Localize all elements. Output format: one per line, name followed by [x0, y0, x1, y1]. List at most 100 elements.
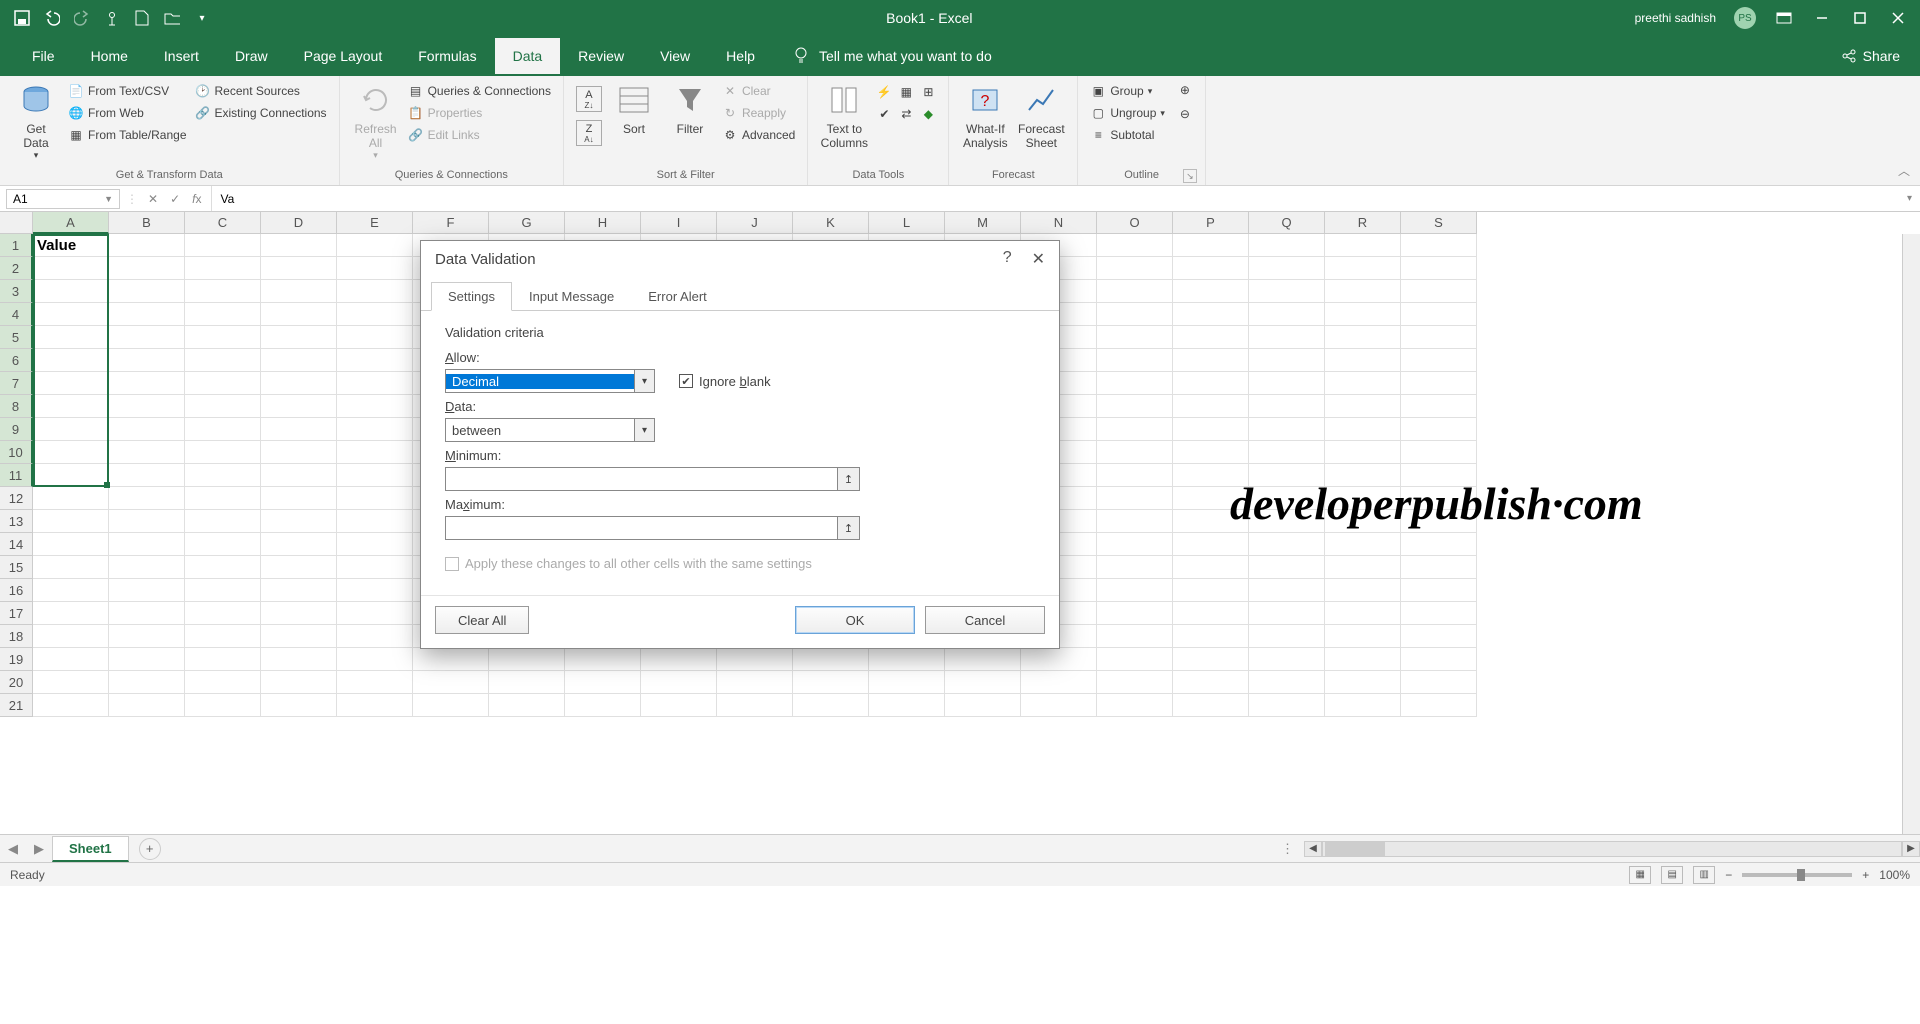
cell[interactable]	[337, 326, 413, 349]
flash-fill-icon[interactable]: ⚡	[876, 84, 892, 100]
cell[interactable]	[1097, 441, 1173, 464]
cell[interactable]	[1097, 280, 1173, 303]
cell[interactable]	[1401, 602, 1477, 625]
cell[interactable]	[793, 694, 869, 717]
ok-button[interactable]: OK	[795, 606, 915, 634]
cell[interactable]	[33, 625, 109, 648]
qat-customize-icon[interactable]: ▾	[194, 10, 210, 26]
minimum-input[interactable]: ↥	[445, 467, 860, 491]
cell[interactable]	[1325, 326, 1401, 349]
range-select-icon[interactable]: ↥	[837, 517, 859, 539]
cell[interactable]	[1173, 326, 1249, 349]
zoom-out-button[interactable]: −	[1725, 868, 1732, 882]
row-header[interactable]: 7	[0, 372, 33, 395]
cell[interactable]	[261, 372, 337, 395]
cell[interactable]	[1325, 349, 1401, 372]
cell[interactable]	[337, 648, 413, 671]
cell[interactable]	[1401, 257, 1477, 280]
row-header[interactable]: 15	[0, 556, 33, 579]
cell[interactable]	[109, 533, 185, 556]
cell[interactable]	[1097, 487, 1173, 510]
zoom-in-button[interactable]: +	[1862, 868, 1869, 882]
cell[interactable]	[185, 464, 261, 487]
cell[interactable]	[109, 418, 185, 441]
cell[interactable]	[1401, 441, 1477, 464]
column-header[interactable]: A	[33, 212, 109, 234]
cell[interactable]	[337, 510, 413, 533]
row-header[interactable]: 17	[0, 602, 33, 625]
cell[interactable]	[1097, 556, 1173, 579]
cell[interactable]	[261, 234, 337, 257]
get-data-button[interactable]: Get Data ▾	[8, 80, 64, 163]
dialog-tab-error-alert[interactable]: Error Alert	[631, 282, 724, 311]
cell[interactable]	[1097, 395, 1173, 418]
cell[interactable]	[261, 579, 337, 602]
hscroll-left[interactable]: ◀	[1304, 841, 1322, 857]
cell[interactable]	[869, 648, 945, 671]
cell[interactable]	[1325, 303, 1401, 326]
range-select-icon[interactable]: ↥	[837, 468, 859, 490]
clear-all-button[interactable]: Clear All	[435, 606, 529, 634]
cell[interactable]	[1097, 533, 1173, 556]
vertical-scrollbar[interactable]	[1902, 234, 1920, 834]
cell[interactable]	[1097, 648, 1173, 671]
zoom-level[interactable]: 100%	[1879, 868, 1910, 882]
cell[interactable]	[261, 533, 337, 556]
cell[interactable]	[261, 349, 337, 372]
cell[interactable]	[1097, 418, 1173, 441]
cell[interactable]	[1401, 625, 1477, 648]
cell[interactable]	[33, 395, 109, 418]
cell[interactable]	[109, 303, 185, 326]
cell[interactable]	[1249, 395, 1325, 418]
cell[interactable]	[1325, 418, 1401, 441]
cell[interactable]	[641, 648, 717, 671]
row-header[interactable]: 9	[0, 418, 33, 441]
reapply-button[interactable]: ↻Reapply	[722, 104, 795, 122]
cell[interactable]	[1097, 349, 1173, 372]
cell[interactable]	[1097, 602, 1173, 625]
remove-dup-icon[interactable]: ▦	[898, 84, 914, 100]
cell[interactable]	[1097, 464, 1173, 487]
cell[interactable]	[185, 303, 261, 326]
cell[interactable]	[1249, 303, 1325, 326]
show-detail-icon[interactable]: ⊕	[1177, 82, 1193, 98]
collapse-ribbon-icon[interactable]: ︿	[1898, 162, 1910, 179]
cell[interactable]	[1325, 533, 1401, 556]
cell[interactable]	[33, 418, 109, 441]
cell[interactable]	[1249, 234, 1325, 257]
cell[interactable]	[261, 510, 337, 533]
cell[interactable]	[109, 464, 185, 487]
cell[interactable]	[489, 671, 565, 694]
cell[interactable]	[1173, 694, 1249, 717]
cell[interactable]	[869, 671, 945, 694]
row-header[interactable]: 11	[0, 464, 33, 487]
column-header[interactable]: D	[261, 212, 337, 234]
cell[interactable]	[1325, 441, 1401, 464]
cell[interactable]	[1401, 303, 1477, 326]
cell[interactable]	[1401, 648, 1477, 671]
page-break-view-icon[interactable]: ▥	[1693, 866, 1715, 884]
sheet-nav-prev[interactable]: ◀	[0, 841, 26, 857]
cell[interactable]	[261, 556, 337, 579]
consolidate-icon[interactable]: ⊞	[920, 84, 936, 100]
cell[interactable]	[1401, 418, 1477, 441]
row-header[interactable]: 12	[0, 487, 33, 510]
cell[interactable]	[109, 671, 185, 694]
cell[interactable]	[261, 303, 337, 326]
cell[interactable]	[1173, 533, 1249, 556]
cell[interactable]	[185, 441, 261, 464]
column-header[interactable]: I	[641, 212, 717, 234]
column-header[interactable]: E	[337, 212, 413, 234]
text-to-columns-button[interactable]: Text to Columns	[816, 80, 872, 152]
queries-connections-button[interactable]: ▤Queries & Connections	[408, 82, 551, 100]
chevron-down-icon[interactable]: ▾	[634, 370, 654, 392]
relationships-icon[interactable]: ⇄	[898, 106, 914, 122]
outline-launcher[interactable]: ↘	[1183, 169, 1197, 183]
cell[interactable]	[1021, 694, 1097, 717]
cell[interactable]	[185, 533, 261, 556]
cell[interactable]	[337, 579, 413, 602]
dialog-tab-input-message[interactable]: Input Message	[512, 282, 631, 311]
cell[interactable]	[109, 349, 185, 372]
cell[interactable]	[1401, 326, 1477, 349]
column-header[interactable]: Q	[1249, 212, 1325, 234]
